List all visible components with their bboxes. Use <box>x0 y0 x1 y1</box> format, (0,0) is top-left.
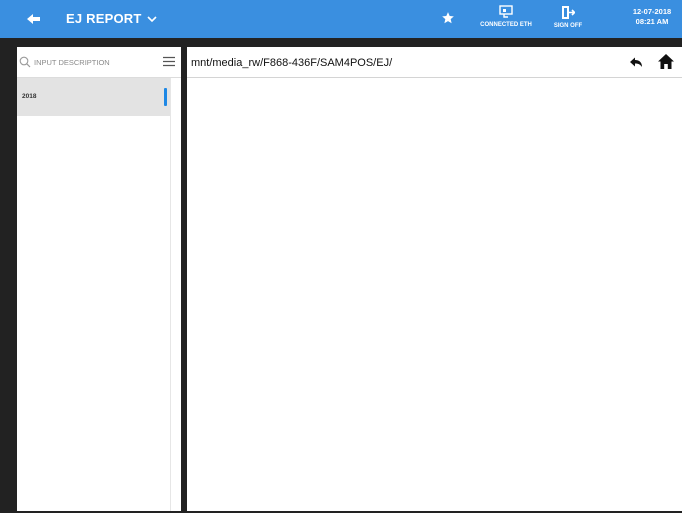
main-panel: mnt/media_rw/F868-436F/SAM4POS/EJ/ <box>187 47 682 511</box>
report-title-dropdown[interactable]: EJ REPORT <box>66 11 158 26</box>
sidebar-scrollbar[interactable] <box>170 78 181 511</box>
sidebar-item-label: 2018 <box>22 93 37 100</box>
search-bar <box>17 47 181 78</box>
sign-off-button[interactable]: SIGN OFF <box>546 5 590 29</box>
sidebar: 2018 <box>17 47 181 511</box>
ethernet-monitor-icon <box>499 5 513 18</box>
top-bar: EJ REPORT CONNECTED ETH SIGN OFF 12-07-2… <box>0 0 682 38</box>
star-icon[interactable] <box>441 11 455 25</box>
chevron-down-icon <box>147 15 158 22</box>
selection-indicator <box>164 88 167 106</box>
path-bar: mnt/media_rw/F868-436F/SAM4POS/EJ/ <box>187 47 682 78</box>
home-icon[interactable] <box>657 53 675 70</box>
search-input[interactable] <box>34 55 154 70</box>
page-title: EJ REPORT <box>66 11 142 26</box>
search-icon <box>19 56 31 68</box>
back-button[interactable] <box>24 10 44 28</box>
network-status: CONNECTED ETH <box>472 5 540 28</box>
date-text: 12-07-2018 <box>632 7 672 16</box>
sidebar-list: 2018 <box>17 78 170 116</box>
sidebar-item-2018[interactable]: 2018 <box>17 78 170 116</box>
network-status-label: CONNECTED ETH <box>480 22 532 28</box>
sign-off-label: SIGN OFF <box>553 23 583 29</box>
up-level-icon[interactable] <box>629 56 643 68</box>
time-text: 08:21 AM <box>635 17 669 26</box>
sign-off-icon <box>562 6 575 19</box>
file-list-area <box>187 78 682 511</box>
menu-icon[interactable] <box>163 56 175 67</box>
current-path: mnt/media_rw/F868-436F/SAM4POS/EJ/ <box>191 57 393 69</box>
date-time: 12-07-2018 08:21 AM <box>624 7 680 27</box>
back-arrow-icon <box>27 14 40 24</box>
